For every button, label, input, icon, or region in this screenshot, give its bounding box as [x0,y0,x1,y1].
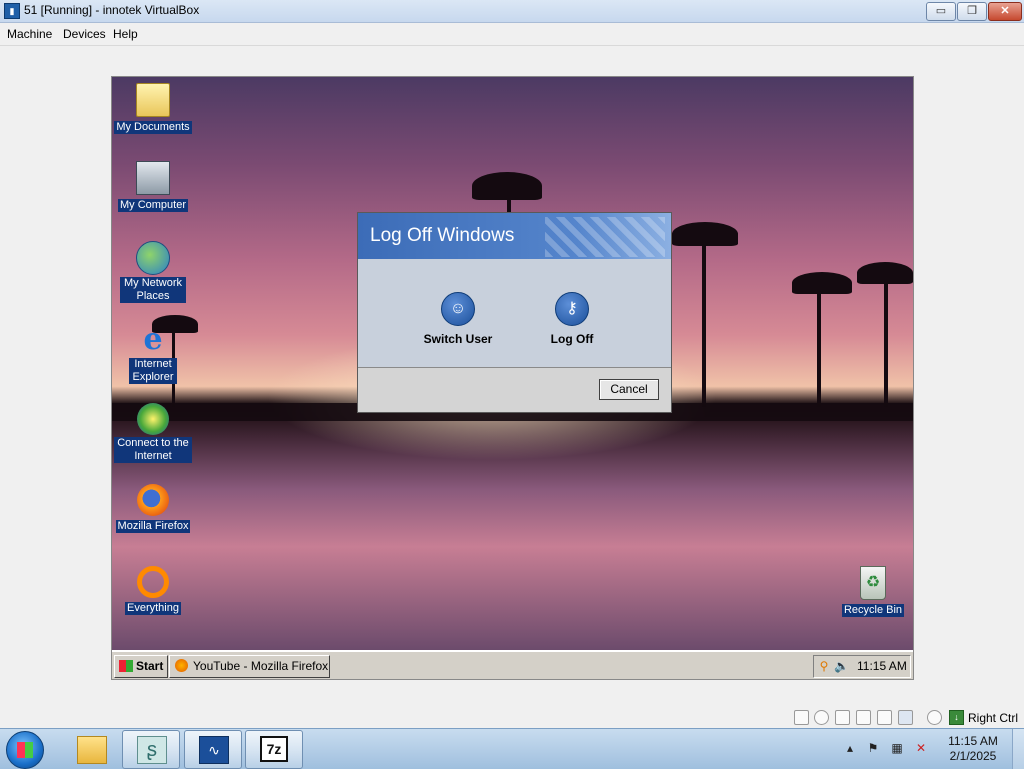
system-tray: ⚲ 🔈 11:15 AM [813,655,911,678]
show-hidden-icons-icon[interactable]: ▴ [843,741,857,755]
icon-label: Internet Explorer [129,358,177,384]
computer-icon [136,161,170,195]
icon-label: My Documents [114,121,192,134]
desktop-icon-recycle-bin[interactable]: ♻ Recycle Bin [833,566,913,617]
switch-user-button[interactable]: ☺ Switch User [413,292,503,346]
taskbar-pin-dragon[interactable]: ʂ [122,730,180,769]
vbox-status-bar: ↓ Right Ctrl [0,706,1024,728]
show-desktop-button[interactable] [1012,729,1024,769]
window-title: 51 [Running] - innotek VirtualBox [24,3,200,17]
7zip-icon: 7z [260,736,288,762]
guest-clock: 11:15 AM [857,659,907,673]
palm-trunk [817,287,821,407]
switch-user-label: Switch User [423,332,493,346]
dragon-icon: ʂ [137,736,167,764]
usb-icon[interactable] [877,710,892,725]
desktop-icon-my-computer[interactable]: My Computer [113,161,193,212]
virtualbox-icon: ∿ [199,736,229,764]
firefox-icon [175,659,188,672]
everything-icon [137,566,169,598]
host-clock[interactable]: 11:15 AM 2/1/2025 [940,734,1006,764]
host-time: 11:15 AM [948,734,998,748]
folder-icon [136,83,170,117]
desktop-icon-connect-to-internet[interactable]: Connect to the Internet [113,403,193,463]
icon-label: Recycle Bin [841,604,905,617]
icon-label: My Computer [117,199,189,212]
log-off-label: Log Off [550,332,594,346]
floppy-icon[interactable] [835,710,850,725]
windows-flag-watermark [545,217,665,257]
hard-disk-icon[interactable] [794,710,809,725]
recycle-bin-icon: ♻ [860,566,886,600]
desktop-icon-my-network-places[interactable]: My Network Places [113,241,193,303]
search-icon[interactable]: ⚲ [817,659,831,673]
log-off-dialog: Log Off Windows ☺ Switch User ⚷ Log Off … [357,212,672,413]
firefox-icon [137,484,169,516]
host-taskbar: ʂ ∿ 7z ▴ ⚑ ▦ ✕ 11:15 AM 2/1/2025 [0,728,1024,769]
taskbar-item-firefox[interactable]: YouTube - Mozilla Firefox [169,655,330,678]
action-center-flag-icon[interactable]: ⚑ [866,741,880,755]
menu-help[interactable]: Help [113,27,138,41]
log-off-button[interactable]: ⚷ Log Off [527,292,617,346]
dialog-body: ☺ Switch User ⚷ Log Off [358,259,671,368]
dialog-title: Log Off Windows [370,225,515,246]
icon-label: Connect to the Internet [114,437,192,463]
palm-trunk [884,277,888,407]
volume-icon[interactable]: 🔈 [834,659,849,673]
menu-devices[interactable]: Devices [63,27,106,41]
host-key-label: Right Ctrl [968,711,1019,725]
icon-label: Everything [125,602,181,615]
start-button[interactable]: Start [114,655,168,678]
palm-trunk [702,237,706,407]
network-icon[interactable]: ▦ [890,741,904,755]
taskbar-pin-virtualbox[interactable]: ∿ [184,730,242,769]
desktop-icon-internet-explorer[interactable]: e Internet Explorer [113,324,193,384]
vbox-icon: ▮ [4,3,20,19]
palm-crown [472,172,542,200]
network-icon [136,241,170,275]
guest-taskbar: Start YouTube - Mozilla Firefox ⚲ 🔈 11:1… [112,650,913,679]
network-adapter-icon[interactable] [856,710,871,725]
taskbar-pin-explorer[interactable] [62,730,120,769]
minimize-button[interactable]: ▭ [926,2,956,21]
windows-logo-icon [119,660,133,672]
host-date: 2/1/2025 [949,749,997,763]
cd-icon[interactable] [814,710,829,725]
menu-bar: Machine Devices Help [0,23,1024,46]
connect-icon [137,403,169,435]
shared-folders-icon[interactable] [898,710,913,725]
start-orb[interactable] [6,731,44,769]
key-icon: ⚷ [555,292,589,326]
folder-icon [77,736,107,764]
window-titlebar: ▮ 51 [Running] - innotek VirtualBox ▭ ❐ … [0,0,1024,23]
palm-crown [672,222,738,246]
guest-screen[interactable]: My Documents My Computer My Network Plac… [111,76,914,680]
desktop-wallpaper[interactable]: My Documents My Computer My Network Plac… [112,77,913,650]
taskbar-item-label: YouTube - Mozilla Firefox [193,659,329,673]
switch-user-icon: ☺ [441,292,475,326]
cancel-button[interactable]: Cancel [599,379,659,400]
icon-label: My Network Places [120,277,186,303]
windows-logo-icon [17,742,33,758]
dialog-header: Log Off Windows [358,213,671,259]
taskbar-pin-7zip[interactable]: 7z [245,730,303,769]
desktop-icon-everything[interactable]: Everything [113,566,193,615]
palm-crown [857,262,913,284]
menu-machine[interactable]: Machine [7,27,52,41]
desktop-icon-mozilla-firefox[interactable]: Mozilla Firefox [113,484,193,533]
ie-icon: e [143,322,163,357]
desktop-icon-my-documents[interactable]: My Documents [113,83,193,134]
close-button[interactable]: ✕ [988,2,1022,21]
volume-muted-icon[interactable]: ✕ [914,741,928,755]
restore-button[interactable]: ❐ [957,2,987,21]
palm-crown [792,272,852,294]
host-key-icon: ↓ [949,710,964,725]
start-label: Start [136,659,164,673]
icon-label: Mozilla Firefox [115,520,191,533]
mouse-integration-icon[interactable] [927,710,942,725]
